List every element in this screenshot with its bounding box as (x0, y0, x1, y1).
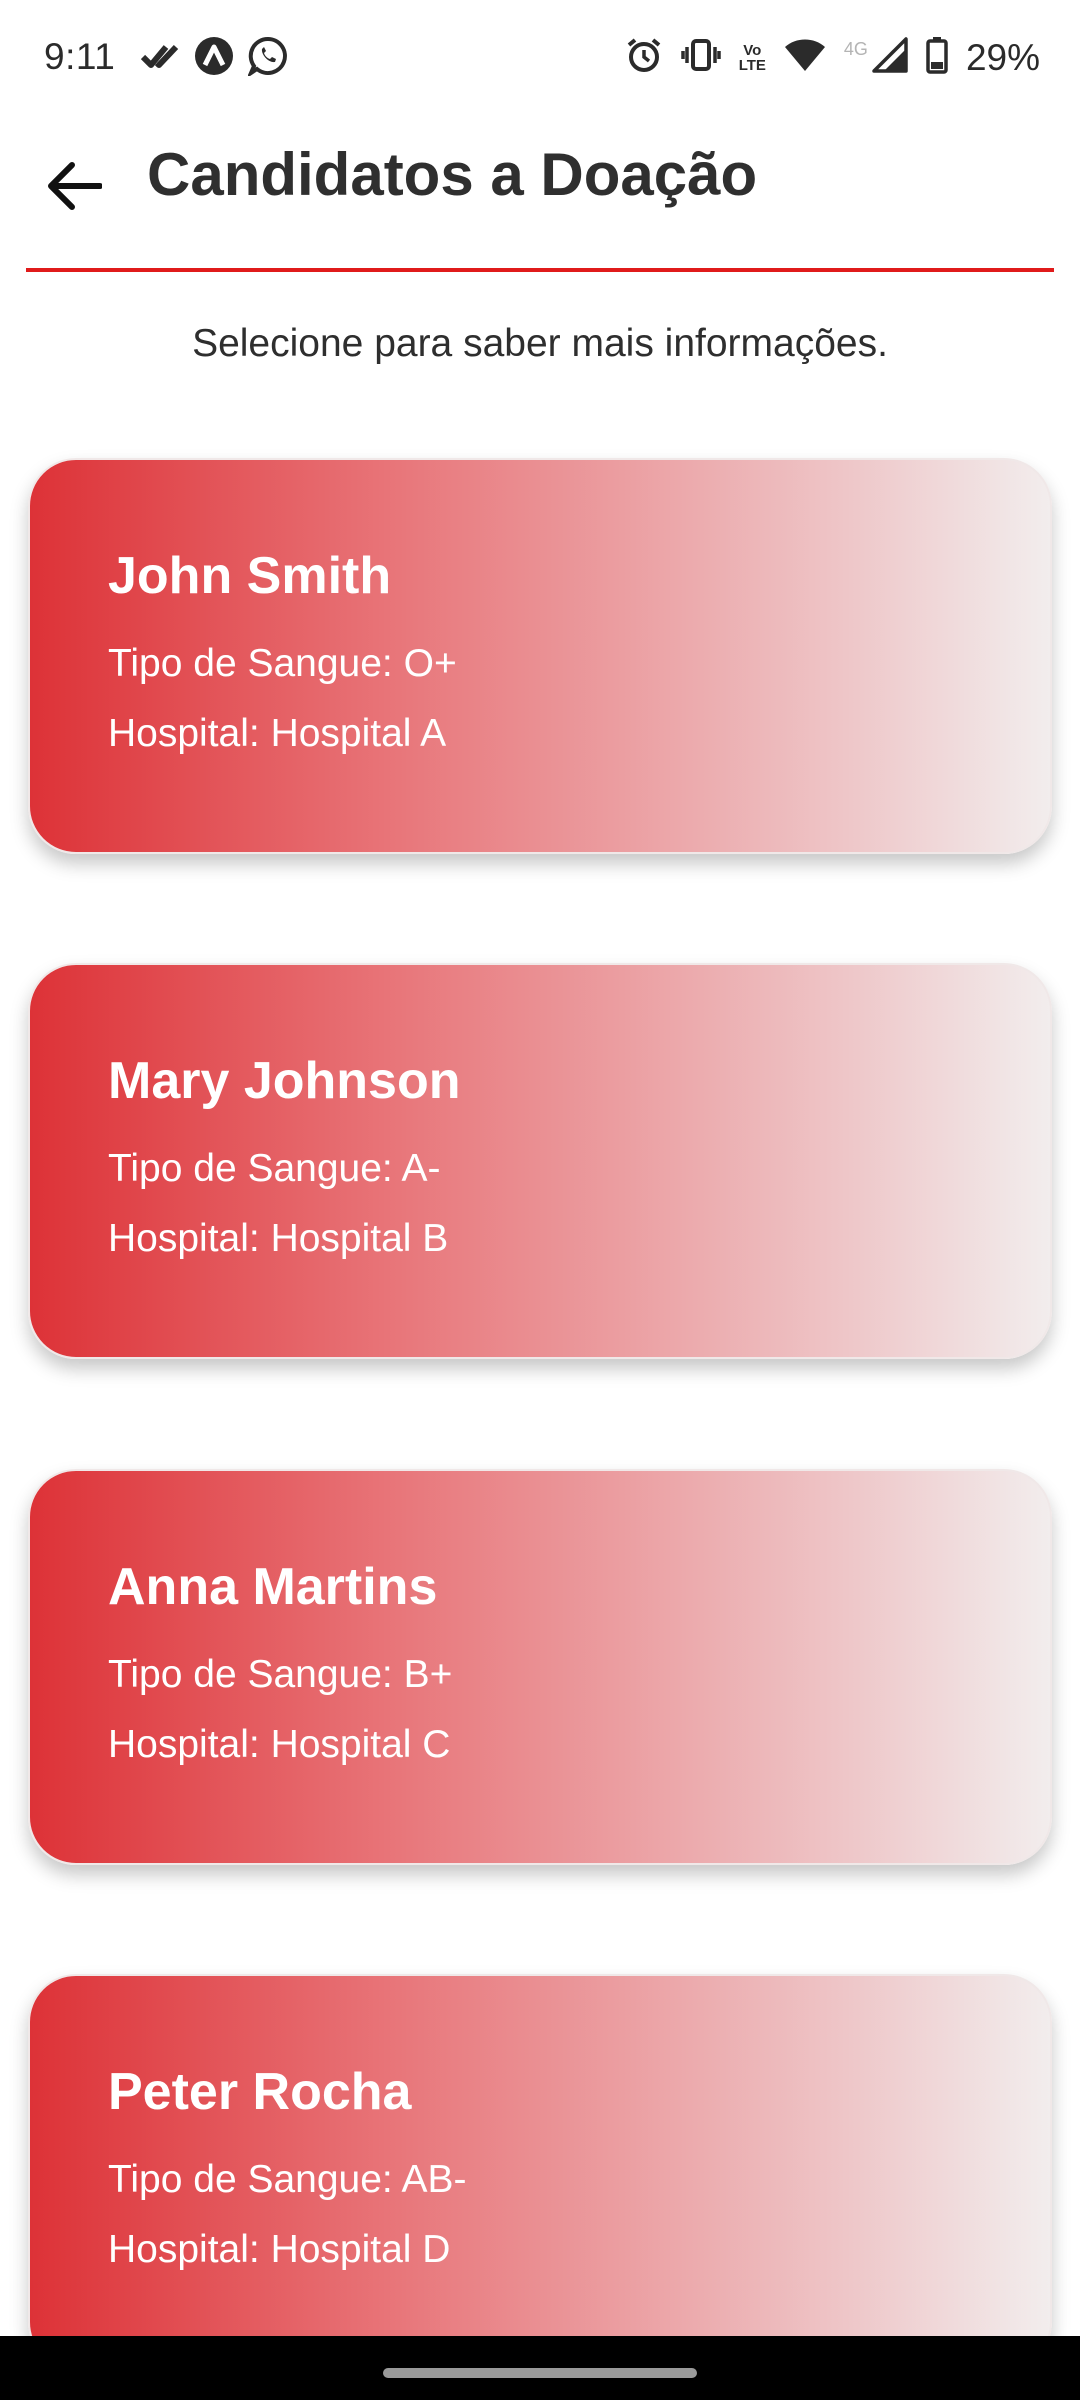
candidate-card[interactable]: Peter Rocha Tipo de Sangue: AB- Hospital… (28, 1974, 1052, 2370)
volte-bottom-text: LTE (738, 56, 766, 74)
candidate-name: Anna Martins (108, 1558, 438, 1616)
volte-top-text: Vo (743, 41, 762, 59)
candidate-name: Mary Johnson (108, 1052, 461, 1110)
signal-icon (872, 37, 908, 78)
home-gesture-handle[interactable] (383, 2368, 697, 2378)
arrow-left-icon (46, 161, 103, 216)
candidate-name: Peter Rocha (108, 2063, 412, 2121)
status-system-icons: Vo LTE 4G 29% (625, 36, 1040, 79)
wifi-icon (784, 37, 826, 78)
check-double-icon (140, 36, 180, 81)
vibrate-icon (680, 36, 721, 79)
status-bar: 9:11 Vo LTE 4G 29% (0, 0, 1080, 118)
candidate-card[interactable]: Anna Martins Tipo de Sangue: B+ Hospital… (28, 1469, 1052, 1865)
alarm-icon (625, 36, 663, 79)
back-button[interactable] (34, 148, 114, 228)
candidate-blood-type: Tipo de Sangue: O+ (108, 642, 457, 685)
candidate-card[interactable]: Mary Johnson Tipo de Sangue: A- Hospital… (28, 963, 1052, 1359)
status-notification-icons (140, 36, 288, 81)
battery-percentage: 29% (965, 36, 1040, 78)
candidate-hospital: Hospital: Hospital A (108, 712, 447, 755)
whatsapp-icon (246, 36, 288, 81)
network-type-label: 4G (843, 39, 868, 59)
candidate-name: John Smith (108, 547, 392, 605)
candidate-hospital: Hospital: Hospital D (108, 2228, 451, 2271)
candidate-blood-type: Tipo de Sangue: B+ (108, 1653, 453, 1696)
page-title: Candidatos a Doação (147, 141, 758, 208)
volte-icon: Vo LTE (739, 43, 766, 73)
battery-icon (926, 36, 948, 79)
candidate-hospital: Hospital: Hospital C (108, 1723, 451, 1766)
screen: 9:11 Vo LTE 4G 29% Candidatos a Doação S… (0, 0, 1080, 2400)
candidate-blood-type: Tipo de Sangue: A- (108, 1147, 441, 1190)
candidate-hospital: Hospital: Hospital B (108, 1217, 449, 1260)
candidate-card[interactable]: John Smith Tipo de Sangue: O+ Hospital: … (28, 458, 1052, 854)
page-subtitle: Selecione para saber mais informações. (192, 322, 888, 365)
candidate-blood-type: Tipo de Sangue: AB- (108, 2158, 467, 2201)
app-bar: Candidatos a Doação (26, 118, 1054, 272)
status-time: 9:11 (44, 36, 116, 77)
app-a-icon (194, 36, 234, 81)
system-nav-bar (0, 2336, 1080, 2400)
